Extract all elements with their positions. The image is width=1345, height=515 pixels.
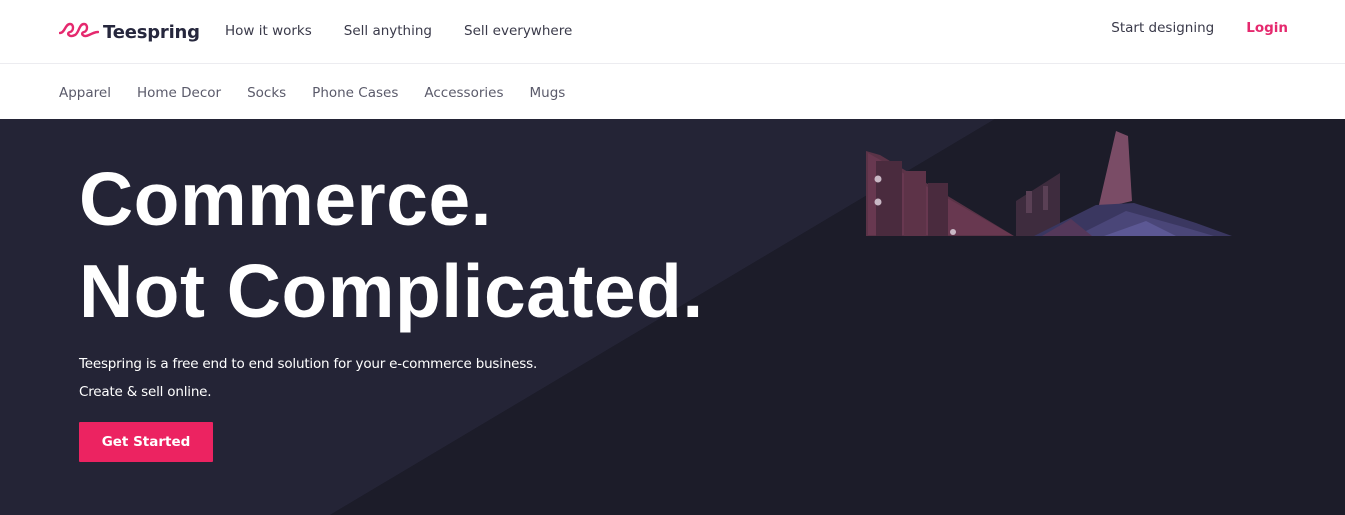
nav-sell-everywhere[interactable]: Sell everywhere <box>464 23 572 39</box>
category-home-decor[interactable]: Home Decor <box>137 85 221 101</box>
logo-wordmark: Teespring <box>103 21 200 43</box>
category-socks[interactable]: Socks <box>247 85 286 101</box>
category-nav: Apparel Home Decor Socks Phone Cases Acc… <box>59 85 591 101</box>
category-accessories[interactable]: Accessories <box>424 85 503 101</box>
top-navigation-bar: Teespring How it works Sell anything Sel… <box>0 0 1345 64</box>
primary-nav: How it works Sell anything Sell everywhe… <box>225 23 604 39</box>
hero-banner: Commerce. Not Complicated. Teespring is … <box>0 119 1345 515</box>
hero-subtitle-line-2: Create & sell online. <box>79 384 212 400</box>
login-link[interactable]: Login <box>1246 20 1288 36</box>
hero-headline-line-2: Not Complicated. <box>79 249 704 333</box>
nav-how-it-works[interactable]: How it works <box>225 23 312 39</box>
storefront-rocket-illustration <box>866 131 1232 236</box>
nav-sell-anything[interactable]: Sell anything <box>344 23 432 39</box>
hero-headline-line-1: Commerce. <box>79 157 493 241</box>
category-bar: Apparel Home Decor Socks Phone Cases Acc… <box>0 65 1345 119</box>
hero-subtitle-line-1: Teespring is a free end to end solution … <box>79 356 538 372</box>
account-links: Start designing Login <box>1111 20 1288 36</box>
category-mugs[interactable]: Mugs <box>529 85 565 101</box>
get-started-button[interactable]: Get Started <box>79 422 213 462</box>
teespring-logo[interactable]: Teespring <box>59 19 200 45</box>
category-apparel[interactable]: Apparel <box>59 85 111 101</box>
start-designing-link[interactable]: Start designing <box>1111 20 1214 36</box>
category-phone-cases[interactable]: Phone Cases <box>312 85 398 101</box>
teespring-loop-logo-icon <box>59 22 99 38</box>
